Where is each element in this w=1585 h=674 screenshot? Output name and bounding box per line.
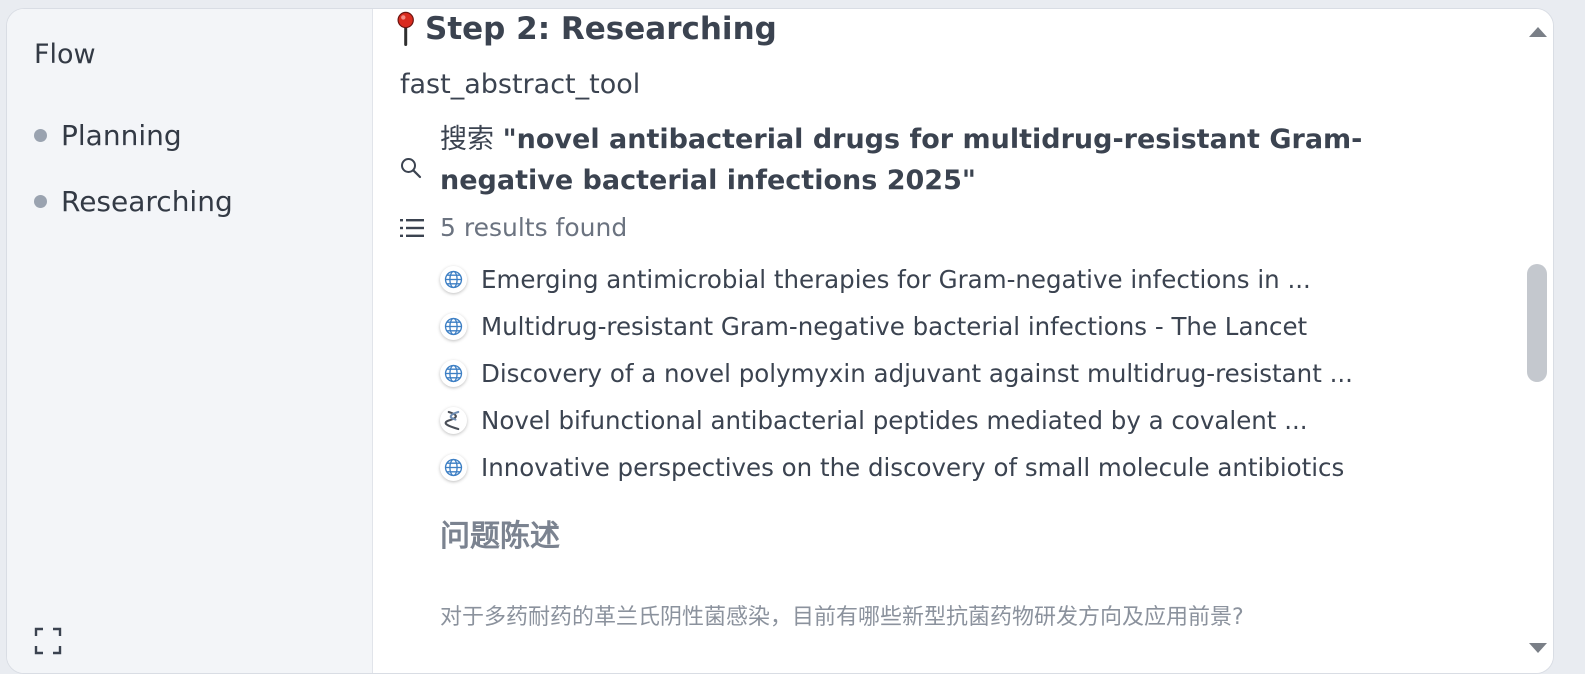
sidebar-title: Flow [34,39,96,70]
scrollbar-thumb[interactable] [1527,264,1547,382]
bullet-dot [34,194,47,208]
result-item[interactable]: Discovery of a novel polymyxin adjuvant … [440,350,1353,397]
results-count: 5 results found [440,213,628,242]
globe-icon [440,313,467,340]
flow-sidebar: Flow Planning Researching [7,9,373,673]
step-title: Step 2: Researching [425,11,777,47]
globe-icon [440,266,467,293]
scroll-down-arrow-icon[interactable] [1528,641,1548,655]
vertical-scrollbar[interactable] [1521,9,1553,673]
helix-icon [440,407,467,434]
app-window: Flow Planning Researching Step 2: Resear… [6,8,1554,674]
results-list: Emerging antimicrobial therapies for Gra… [440,256,1353,491]
sidebar-item-label: Researching [61,184,233,218]
sidebar-item-researching[interactable]: Researching [34,183,233,219]
results-summary: 5 results found [400,213,627,242]
result-title: Innovative perspectives on the discovery… [481,453,1345,482]
tool-name: fast_abstract_tool [400,69,641,100]
result-title: Discovery of a novel polymyxin adjuvant … [481,359,1353,388]
list-icon [400,218,424,237]
result-item[interactable]: Novel bifunctional antibacterial peptide… [440,397,1353,444]
pushpin-icon [397,11,414,46]
section-text: 对于多药耐药的革兰氏阴性菌感染，目前有哪些新型抗菌药物研发方向及应用前景? [440,605,1244,630]
result-item[interactable]: Multidrug-resistant Gram-negative bacter… [440,303,1353,350]
result-title: Multidrug-resistant Gram-negative bacter… [481,312,1308,341]
search-icon [401,158,422,179]
sidebar-item-planning[interactable]: Planning [34,117,182,153]
expand-icon[interactable] [34,627,62,655]
section-heading: 问题陈述 [440,519,560,554]
step-heading: Step 2: Researching [395,11,777,47]
research-panel: Step 2: Researching fast_abstract_tool 搜… [373,9,1521,673]
result-item[interactable]: Emerging antimicrobial therapies for Gra… [440,256,1353,303]
result-title: Emerging antimicrobial therapies for Gra… [481,265,1311,294]
sidebar-item-label: Planning [61,118,182,152]
result-title: Novel bifunctional antibacterial peptide… [481,406,1308,435]
globe-icon [440,454,467,481]
search-prefix: 搜索 [440,124,494,155]
search-text: 搜索 "novel antibacterial drugs for multid… [440,119,1450,201]
bullet-dot [34,128,47,142]
globe-icon [440,360,467,387]
result-item[interactable]: Innovative perspectives on the discovery… [440,444,1353,491]
search-query: "novel antibacterial drugs for multidrug… [440,124,1363,196]
scroll-up-arrow-icon[interactable] [1528,25,1548,39]
